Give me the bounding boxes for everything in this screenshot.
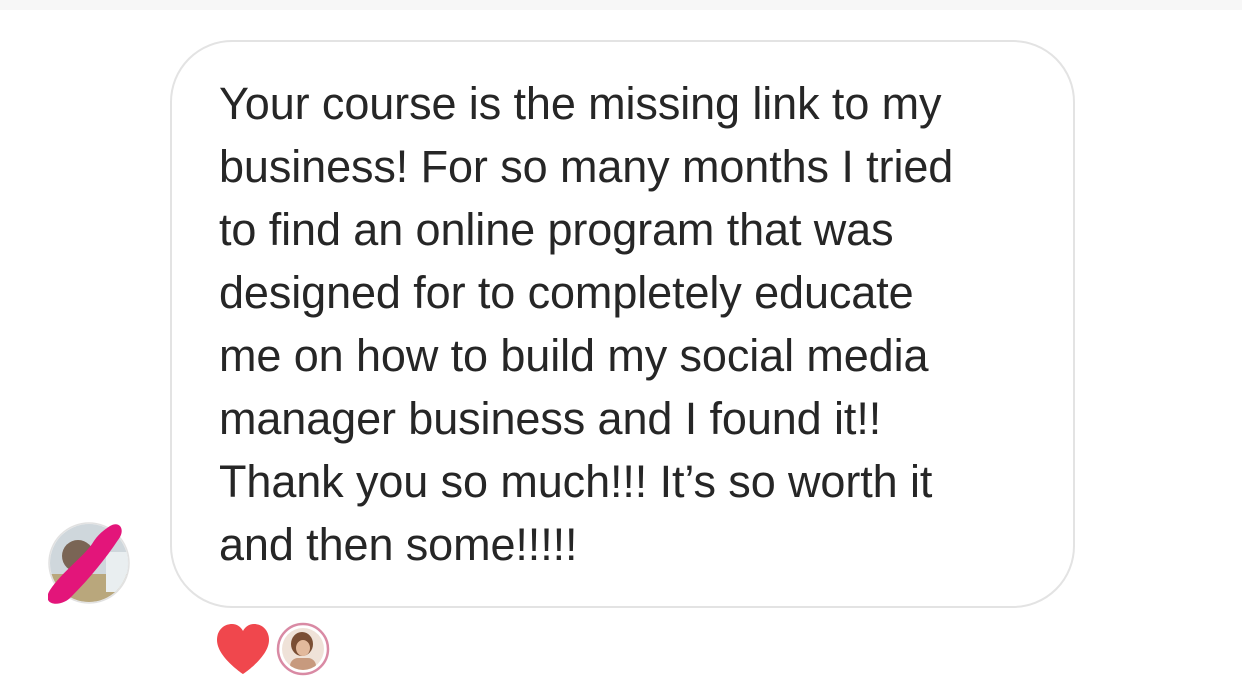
message-bubble[interactable]: Your course is the missing link to my bu… bbox=[170, 40, 1075, 608]
top-divider bbox=[0, 0, 1242, 10]
heart-icon[interactable] bbox=[214, 622, 272, 676]
reactions-row[interactable] bbox=[214, 622, 334, 678]
dm-conversation: Your course is the missing link to my bu… bbox=[0, 0, 1242, 685]
message-text: Your course is the missing link to my bu… bbox=[219, 78, 954, 570]
sender-avatar[interactable] bbox=[48, 522, 130, 604]
reactor-avatar[interactable] bbox=[276, 622, 330, 676]
